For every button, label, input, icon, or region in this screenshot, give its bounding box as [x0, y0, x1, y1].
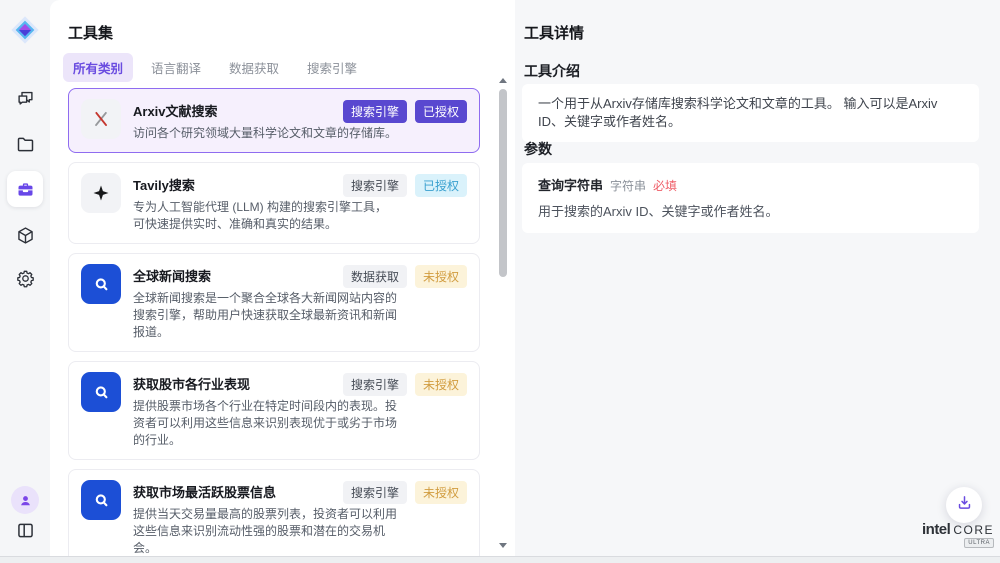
tool-card[interactable]: 全球新闻搜索 全球新闻搜索是一个聚合全球各大新闻网站内容的搜索引擎，帮助用户快速…: [68, 253, 480, 352]
cube-icon[interactable]: [7, 217, 43, 253]
intro-section-title: 工具介绍: [524, 61, 580, 81]
category-badge: 搜索引擎: [343, 373, 407, 396]
app-logo-icon: [7, 12, 43, 48]
user-avatar: [11, 486, 39, 514]
auth-status-badge: 未授权: [415, 481, 467, 504]
tab-category-1[interactable]: 语言翻译: [141, 53, 211, 82]
tool-card[interactable]: 获取市场最活跃股票信息 提供当天交易量最高的股票列表，投资者可以利用这些信息来识…: [68, 469, 480, 556]
intel-wordmark: intel: [922, 521, 950, 538]
tool-list-panel: 工具集 所有类别语言翻译数据获取搜索引擎 Arxiv文献搜索 访问各个研究领域大…: [50, 0, 515, 556]
tool-description: 提供当天交易量最高的股票列表，投资者可以利用这些信息来识别流动性强的股票和潜在的…: [133, 506, 397, 556]
tool-card[interactable]: Tavily搜索 专为人工智能代理 (LLM) 构建的搜索引擎工具，可快速提供实…: [68, 162, 480, 244]
intel-core-logo: intel CORE ULTRA: [920, 521, 996, 538]
ultra-badge: ULTRA: [964, 538, 994, 548]
download-button[interactable]: [946, 487, 982, 523]
list-scrollbar[interactable]: [496, 76, 510, 550]
category-badge: 搜索引擎: [343, 174, 407, 197]
param-type: 字符串: [610, 177, 646, 194]
tab-category-0[interactable]: 所有类别: [63, 53, 133, 82]
tool-card[interactable]: Arxiv文献搜索 访问各个研究领域大量科学论文和文章的存储库。 搜索引擎 已授…: [68, 88, 480, 153]
category-badge: 搜索引擎: [343, 100, 407, 123]
arxiv-tool-icon: [81, 99, 121, 139]
toolbox-icon[interactable]: [7, 171, 43, 207]
search-tool-icon: [81, 480, 121, 520]
tool-detail-panel: 工具详情 工具介绍 一个用于从Arxiv存储库搜索科学论文和文章的工具。 输入可…: [515, 0, 1000, 556]
category-tabs: 所有类别语言翻译数据获取搜索引擎: [63, 53, 367, 82]
settings-icon[interactable]: [7, 260, 43, 296]
param-description: 用于搜索的Arxiv ID、关键字或作者姓名。: [538, 203, 963, 221]
tavily-tool-icon: [81, 173, 121, 213]
intro-text: 一个用于从Arxiv存储库搜索科学论文和文章的工具。 输入可以是Arxiv ID…: [538, 96, 937, 129]
search-tool-icon: [81, 372, 121, 412]
detail-title: 工具详情: [524, 22, 584, 43]
tool-card[interactable]: 获取股市各行业表现 提供股票市场各个行业在特定时间段内的表现。投资者可以利用这些…: [68, 361, 480, 460]
tool-description: 访问各个研究领域大量科学论文和文章的存储库。: [133, 125, 397, 142]
param-box: 查询字符串 字符串 必填 用于搜索的Arxiv ID、关键字或作者姓名。: [522, 163, 979, 233]
scroll-up-arrow-icon[interactable]: [499, 78, 507, 83]
tool-card-list: Arxiv文献搜索 访问各个研究领域大量科学论文和文章的存储库。 搜索引擎 已授…: [68, 88, 480, 556]
panels-icon[interactable]: [7, 512, 43, 548]
folder-icon[interactable]: [7, 126, 43, 162]
auth-status-badge: 未授权: [415, 373, 467, 396]
auth-status-badge: 未授权: [415, 265, 467, 288]
intro-box: 一个用于从Arxiv存储库搜索科学论文和文章的工具。 输入可以是Arxiv ID…: [522, 84, 979, 142]
param-name: 查询字符串: [538, 175, 603, 194]
tool-description: 专为人工智能代理 (LLM) 构建的搜索引擎工具，可快速提供实时、准确和真实的结…: [133, 199, 397, 233]
params-section-title: 参数: [524, 139, 552, 159]
category-badge: 搜索引擎: [343, 481, 407, 504]
search-tool-icon: [81, 264, 121, 304]
tab-category-2[interactable]: 数据获取: [219, 53, 289, 82]
category-badge: 数据获取: [343, 265, 407, 288]
download-icon: [956, 494, 973, 516]
auth-status-badge: 已授权: [415, 100, 467, 123]
tab-category-3[interactable]: 搜索引擎: [297, 53, 367, 82]
app-sidebar: [0, 0, 50, 556]
page-title: 工具集: [68, 22, 113, 43]
scrollbar-thumb[interactable]: [499, 89, 507, 277]
auth-status-badge: 已授权: [415, 174, 467, 197]
chat-icon[interactable]: [7, 80, 43, 116]
tool-description: 提供股票市场各个行业在特定时间段内的表现。投资者可以利用这些信息来识别表现优于或…: [133, 398, 397, 449]
core-wordmark: CORE: [953, 523, 994, 537]
tool-description: 全球新闻搜索是一个聚合全球各大新闻网站内容的搜索引擎，帮助用户快速获取全球最新资…: [133, 290, 397, 341]
param-required-badge: 必填: [653, 177, 677, 194]
scroll-down-arrow-icon[interactable]: [499, 543, 507, 548]
window-bottom-strip: [0, 556, 1000, 563]
